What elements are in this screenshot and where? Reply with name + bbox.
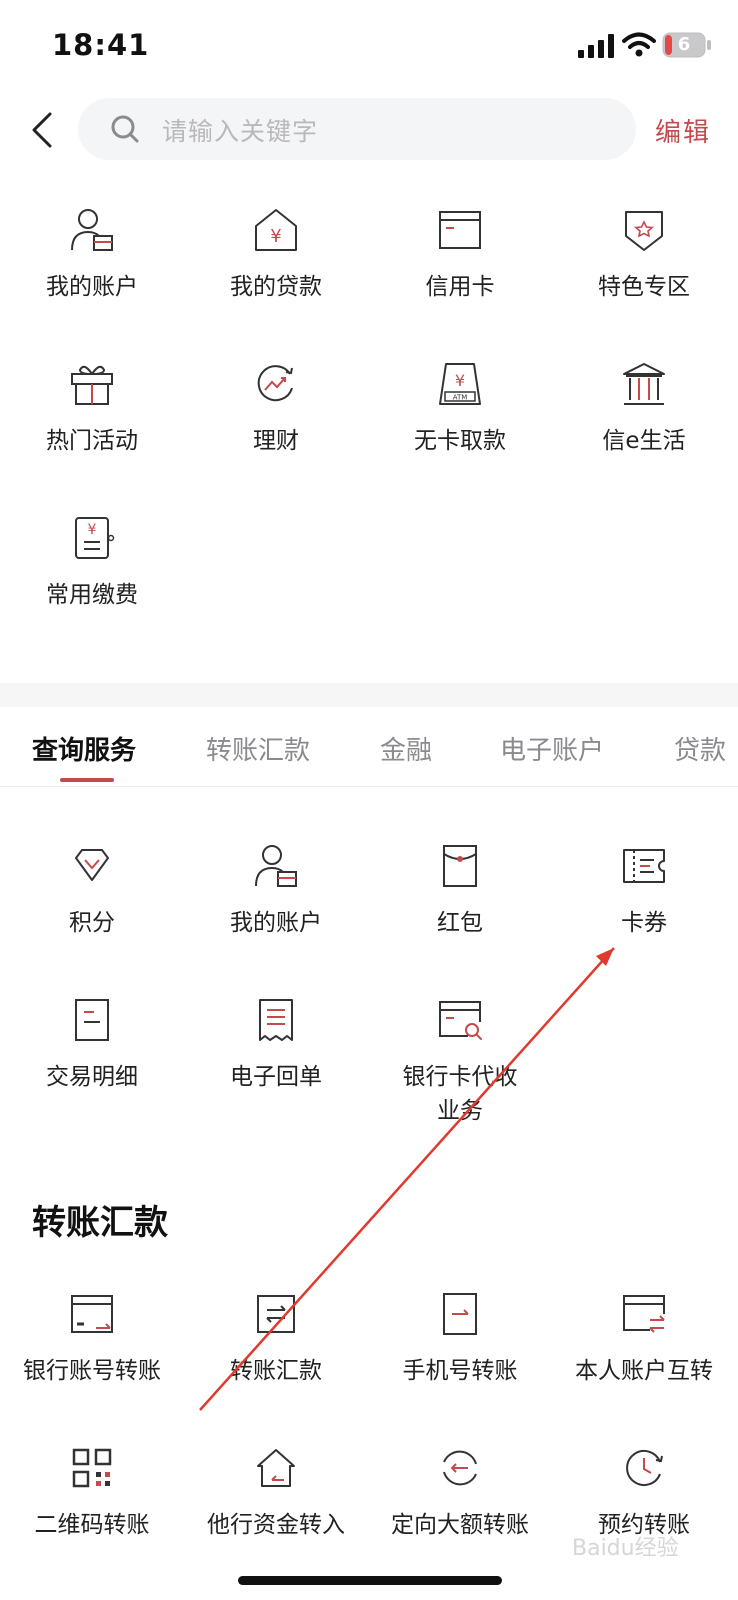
service-label: 红包 bbox=[437, 910, 483, 936]
svg-text:¥: ¥ bbox=[270, 226, 281, 247]
svg-text:ATM: ATM bbox=[453, 394, 468, 402]
self-transfer-icon bbox=[623, 1295, 665, 1333]
loan-icon: ¥ bbox=[255, 209, 297, 251]
fav-label: 无卡取款 bbox=[414, 428, 506, 454]
transfer-item-qrcode[interactable]: 二维码转账 bbox=[0, 1444, 184, 1542]
fav-item-loan[interactable]: ¥ 我的贷款 bbox=[184, 206, 368, 304]
service-item-e-receipt[interactable]: 电子回单 bbox=[184, 996, 368, 1094]
fav-item-bill-payment[interactable]: ¥ 常用缴费 bbox=[0, 514, 184, 612]
fav-item-credit-card[interactable]: 信用卡 bbox=[368, 206, 552, 304]
transfer-label: 手机号转账 bbox=[402, 1358, 518, 1384]
service-label: 电子回单 bbox=[230, 1064, 322, 1090]
service-item-account[interactable]: 我的账户 bbox=[184, 842, 368, 940]
tab-query-services[interactable]: 查询服务 bbox=[32, 730, 136, 767]
atm-icon: ¥ ATM bbox=[439, 363, 481, 405]
inbound-transfer-icon bbox=[257, 1449, 295, 1487]
transfer-item-account[interactable]: 银行账号转账 bbox=[0, 1290, 184, 1388]
back-icon[interactable] bbox=[28, 110, 58, 150]
tab-loan[interactable]: 贷款 bbox=[674, 730, 726, 767]
account-transfer-icon bbox=[71, 1295, 113, 1333]
fav-item-hot-activity[interactable]: 热门活动 bbox=[0, 360, 184, 458]
transfer-label: 二维码转账 bbox=[34, 1512, 150, 1538]
tab-transfer[interactable]: 转账汇款 bbox=[206, 730, 310, 767]
coupon-icon bbox=[623, 849, 665, 883]
card-collection-icon bbox=[439, 1001, 482, 1040]
search-input[interactable]: 请输入关键字 bbox=[162, 112, 318, 148]
service-item-points[interactable]: 积分 bbox=[0, 842, 184, 940]
home-indicator[interactable] bbox=[238, 1576, 502, 1585]
section-title-transfer: 转账汇款 bbox=[32, 1203, 168, 1243]
fav-label: 热门活动 bbox=[46, 428, 138, 454]
service-label: 银行卡代收业务 bbox=[402, 1064, 518, 1124]
qrcode-icon bbox=[72, 1448, 112, 1488]
transfer-label: 转账汇款 bbox=[230, 1358, 322, 1384]
fav-item-e-life[interactable]: 信e生活 bbox=[552, 360, 736, 458]
battery-level: 6 bbox=[677, 34, 691, 55]
points-icon bbox=[75, 849, 109, 881]
service-item-coupon[interactable]: 卡券 bbox=[552, 842, 736, 940]
service-label: 我的账户 bbox=[230, 910, 322, 936]
battery-icon: 6 bbox=[662, 32, 712, 58]
tab-divider bbox=[0, 786, 738, 787]
large-transfer-icon bbox=[443, 1450, 477, 1486]
transfer-item-remittance[interactable]: 转账汇款 bbox=[184, 1290, 368, 1388]
svg-text:¥: ¥ bbox=[455, 371, 465, 390]
service-item-card-collection[interactable]: 银行卡代收业务 bbox=[368, 996, 552, 1128]
fav-label: 理财 bbox=[253, 428, 299, 454]
service-label: 交易明细 bbox=[46, 1064, 138, 1090]
scheduled-transfer-icon bbox=[626, 1450, 663, 1486]
fav-item-special-zone[interactable]: 特色专区 bbox=[552, 206, 736, 304]
transfer-item-phone[interactable]: 手机号转账 bbox=[368, 1290, 552, 1388]
edit-button[interactable]: 编辑 bbox=[655, 112, 711, 149]
transfer-item-scheduled[interactable]: 预约转账 bbox=[552, 1444, 736, 1542]
transfer-label: 他行资金转入 bbox=[207, 1512, 345, 1538]
tab-finance[interactable]: 金融 bbox=[380, 730, 432, 767]
red-packet-icon bbox=[443, 845, 477, 887]
wealth-icon bbox=[257, 365, 293, 402]
account-icon bbox=[255, 845, 297, 887]
fav-item-account[interactable]: 我的账户 bbox=[0, 206, 184, 304]
life-icon bbox=[623, 363, 665, 405]
fav-item-cardless-withdrawal[interactable]: ¥ ATM 无卡取款 bbox=[368, 360, 552, 458]
svg-text:¥: ¥ bbox=[88, 522, 97, 538]
watermark: Baidu经验 bbox=[572, 1536, 679, 1561]
fav-label: 我的贷款 bbox=[230, 274, 322, 300]
fav-label: 特色专区 bbox=[598, 274, 690, 300]
credit-card-icon bbox=[439, 211, 481, 249]
transfer-label: 本人账户互转 bbox=[575, 1358, 713, 1384]
fav-label: 常用缴费 bbox=[46, 582, 138, 608]
special-zone-icon bbox=[625, 211, 663, 251]
bill-icon: ¥ bbox=[75, 517, 115, 559]
cellular-signal-icon bbox=[578, 34, 614, 58]
transfer-item-large[interactable]: 定向大额转账 bbox=[368, 1444, 552, 1542]
service-item-transaction-detail[interactable]: 交易明细 bbox=[0, 996, 184, 1094]
transaction-detail-icon bbox=[75, 999, 109, 1041]
phone-transfer-icon bbox=[443, 1293, 477, 1335]
receipt-icon bbox=[259, 999, 293, 1041]
search-icon bbox=[111, 115, 139, 143]
fav-label: 信e生活 bbox=[602, 428, 686, 454]
transfer-item-inbound[interactable]: 他行资金转入 bbox=[184, 1444, 368, 1542]
wifi-icon bbox=[622, 32, 656, 57]
service-label: 卡券 bbox=[621, 910, 667, 936]
section-divider bbox=[0, 683, 738, 707]
transfer-label: 银行账号转账 bbox=[23, 1358, 161, 1384]
status-time: 18:41 bbox=[52, 28, 150, 62]
tab-e-account[interactable]: 电子账户 bbox=[500, 730, 604, 767]
service-label: 积分 bbox=[69, 910, 115, 936]
remittance-icon bbox=[257, 1295, 295, 1333]
service-item-red-packet[interactable]: 红包 bbox=[368, 842, 552, 940]
fav-item-wealth[interactable]: 理财 bbox=[184, 360, 368, 458]
account-icon bbox=[71, 209, 113, 251]
transfer-item-self[interactable]: 本人账户互转 bbox=[552, 1290, 736, 1388]
transfer-label: 定向大额转账 bbox=[391, 1512, 529, 1538]
gift-icon bbox=[71, 365, 113, 405]
active-tab-indicator bbox=[60, 778, 114, 782]
fav-label: 我的账户 bbox=[46, 274, 138, 300]
fav-label: 信用卡 bbox=[425, 274, 495, 300]
